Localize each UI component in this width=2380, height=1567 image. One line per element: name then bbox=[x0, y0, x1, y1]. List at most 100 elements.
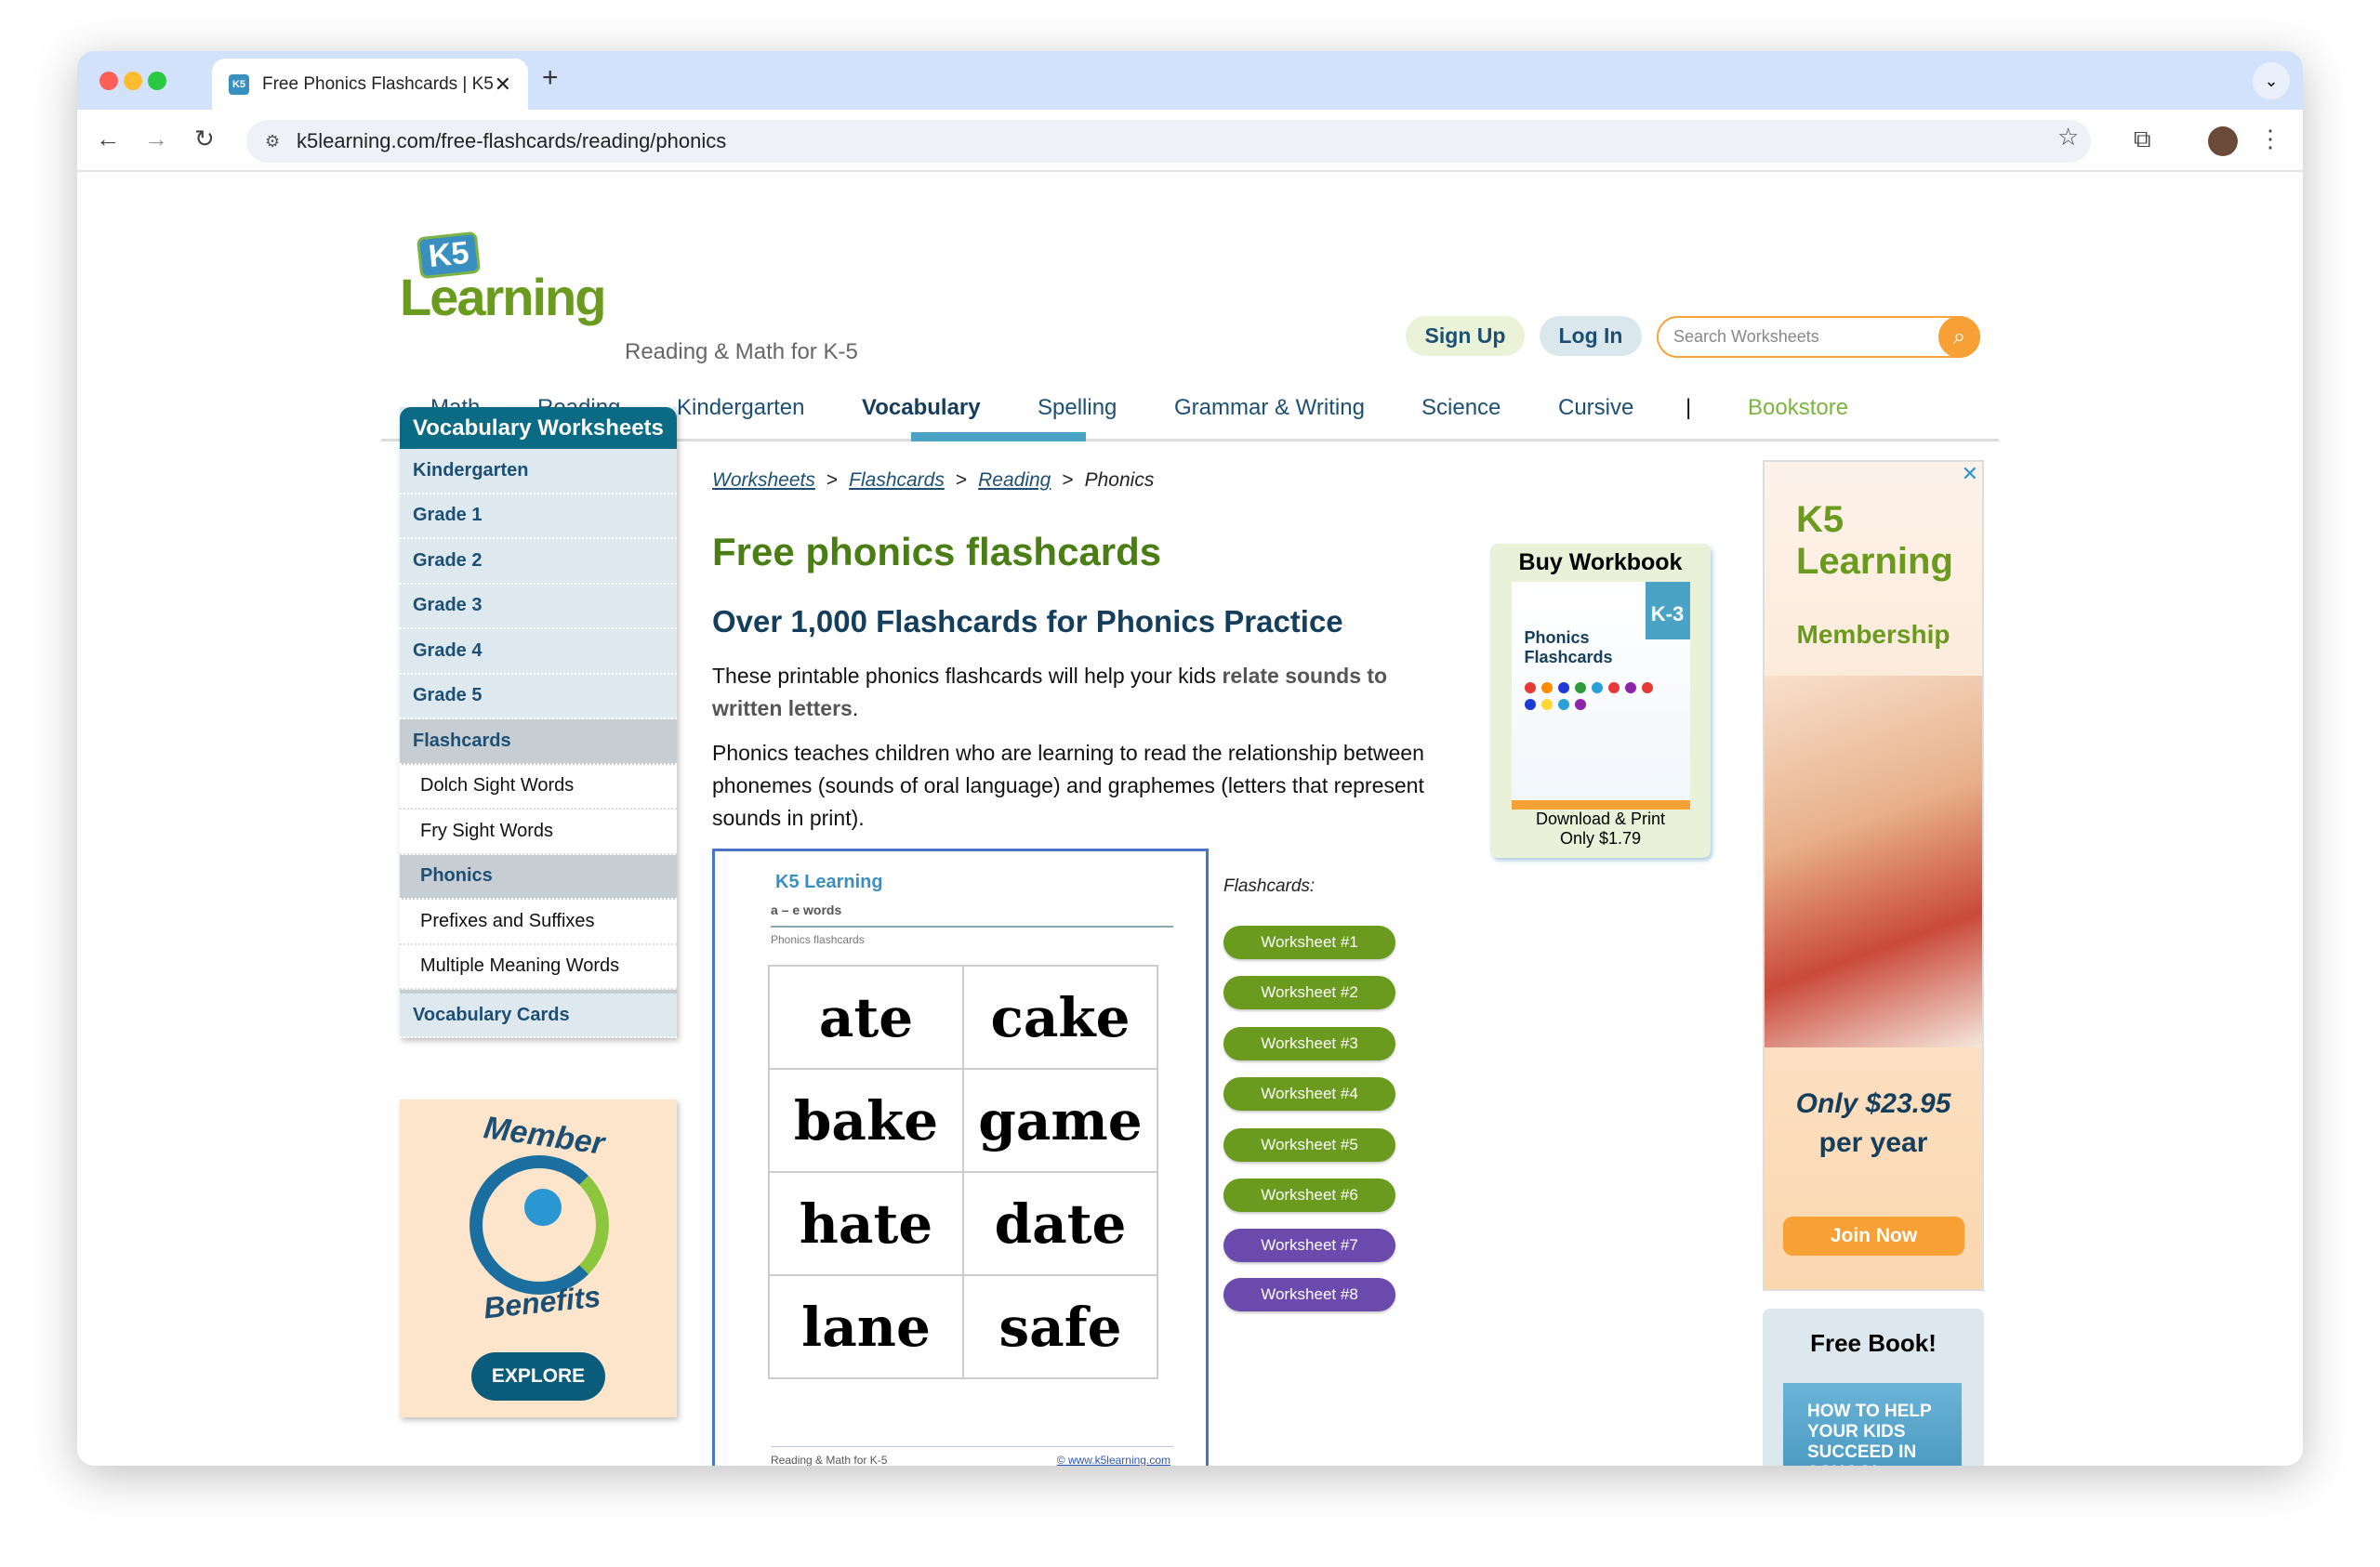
bookmark-star-icon[interactable]: ☆ bbox=[2057, 123, 2079, 151]
browser-window: K5 Free Phonics Flashcards | K5 ✕ + ⌄ ← … bbox=[77, 51, 2303, 1466]
profile-avatar[interactable] bbox=[2208, 126, 2238, 156]
search-icon[interactable]: ⌕ bbox=[1938, 316, 1980, 358]
tab-bar: K5 Free Phonics Flashcards | K5 ✕ + ⌄ bbox=[77, 51, 2303, 110]
sign-up-button[interactable]: Sign Up bbox=[1406, 316, 1525, 356]
log-in-button[interactable]: Log In bbox=[1540, 316, 1642, 356]
address-bar[interactable]: ⚙ k5learning.com/free-flashcards/reading… bbox=[246, 120, 2091, 163]
maximize-window-button[interactable] bbox=[148, 72, 166, 90]
member-benefits-banner[interactable]: Member Benefits EXPLORE bbox=[400, 1100, 677, 1417]
flashcard-grid: ate cake bake game hate date lane safe bbox=[768, 965, 1158, 1379]
forward-icon[interactable]: → bbox=[144, 125, 168, 153]
back-icon[interactable]: ← bbox=[96, 125, 120, 153]
sidebar-item-grade-4[interactable]: Grade 4 bbox=[400, 629, 677, 675]
page-subtitle: Over 1,000 Flashcards for Phonics Practi… bbox=[712, 604, 1343, 639]
member-logo-icon bbox=[469, 1155, 609, 1295]
free-book-cover: HOW TO HELP YOUR KIDS SUCCEED IN SCHOOL bbox=[1783, 1383, 1962, 1466]
sidebar-item-grade-5[interactable]: Grade 5 bbox=[400, 675, 677, 719]
worksheet-button-8[interactable]: Worksheet #8 bbox=[1223, 1278, 1395, 1311]
k5-favicon-icon: K5 bbox=[229, 73, 249, 95]
ad-heading: Membership bbox=[1796, 620, 1950, 649]
workbook-price: Only $1.79 bbox=[1559, 829, 1642, 848]
ad-period: per year bbox=[1818, 1127, 1928, 1158]
flashcard-word: bake bbox=[769, 1069, 963, 1172]
worksheet-button-1[interactable]: Worksheet #1 bbox=[1223, 926, 1395, 959]
sidebar-title[interactable]: Vocabulary Worksheets bbox=[400, 407, 677, 449]
menu-kebab-icon[interactable]: ⋮ bbox=[2258, 125, 2282, 153]
intro-paragraph: These printable phonics flashcards will … bbox=[712, 664, 1388, 720]
breadcrumb-reading[interactable]: Reading bbox=[978, 469, 1051, 491]
sheet-subtitle: Phonics flashcards bbox=[771, 933, 865, 946]
sidebar-item-flashcards[interactable]: Flashcards bbox=[400, 719, 677, 765]
worksheet-button-4[interactable]: Worksheet #4 bbox=[1223, 1077, 1395, 1111]
worksheet-button-3[interactable]: Worksheet #3 bbox=[1223, 1027, 1395, 1060]
tab-title: Free Phonics Flashcards | K5 bbox=[262, 73, 494, 94]
worksheet-button-2[interactable]: Worksheet #2 bbox=[1223, 976, 1395, 1009]
extensions-icon[interactable]: ⧉ bbox=[2134, 125, 2151, 154]
tagline: Reading & Math for K-5 bbox=[625, 339, 858, 364]
sidebar-item-multiple-meaning[interactable]: Multiple Meaning Words bbox=[400, 944, 677, 990]
breadcrumb-flashcards[interactable]: Flashcards bbox=[849, 469, 945, 491]
sheet-footer: Reading & Math for K-5 bbox=[771, 1454, 888, 1466]
flashcard-word: cake bbox=[963, 966, 1157, 1069]
page-title: Free phonics flashcards bbox=[712, 530, 1162, 573]
close-ad-icon[interactable]: ✕ bbox=[1962, 462, 1978, 486]
sheet-footer-link: © www.k5learning.com bbox=[1056, 1454, 1170, 1466]
tab-search-chevron-icon[interactable]: ⌄ bbox=[2253, 62, 2290, 99]
phonics-paragraph: Phonics teaches children who are learnin… bbox=[712, 741, 1424, 830]
nav-grammar-writing[interactable]: Grammar & Writing bbox=[1174, 395, 1365, 421]
url-text: k5learning.com/free-flashcards/reading/p… bbox=[297, 129, 727, 152]
active-nav-underline bbox=[911, 432, 1086, 441]
superhero-kid-image bbox=[1765, 676, 1982, 1047]
free-book-ad[interactable]: Free Book! HOW TO HELP YOUR KIDS SUCCEED… bbox=[1763, 1309, 1984, 1466]
workbook-cover-title: Phonics Flashcards bbox=[1524, 628, 1613, 666]
sheet-logo: K5 Learning bbox=[775, 872, 883, 892]
worksheet-button-7[interactable]: Worksheet #7 bbox=[1223, 1229, 1395, 1262]
free-book-title: Free Book! bbox=[1810, 1329, 1937, 1357]
sidebar-item-dolch[interactable]: Dolch Sight Words bbox=[400, 764, 677, 810]
ad-logo: K5 Learning bbox=[1796, 499, 1953, 582]
sidebar-item-grade-1[interactable]: Grade 1 bbox=[400, 494, 677, 539]
search-placeholder: Search Worksheets bbox=[1673, 327, 1819, 346]
search-input[interactable]: Search Worksheets ⌕ bbox=[1657, 316, 1980, 358]
breadcrumb-current: Phonics bbox=[1084, 469, 1155, 491]
join-now-button[interactable]: Join Now bbox=[1783, 1217, 1964, 1256]
sidebar-item-grade-3[interactable]: Grade 3 bbox=[400, 585, 677, 629]
nav-kindergarten[interactable]: Kindergarten bbox=[677, 395, 804, 421]
sidebar-item-kindergarten[interactable]: Kindergarten bbox=[400, 449, 677, 494]
explore-button[interactable]: EXPLORE bbox=[471, 1352, 605, 1401]
flashcard-word: ate bbox=[769, 966, 963, 1069]
nav-science[interactable]: Science bbox=[1421, 395, 1501, 421]
browser-tab[interactable]: K5 Free Phonics Flashcards | K5 ✕ bbox=[212, 59, 528, 110]
site-settings-icon[interactable]: ⚙ bbox=[265, 132, 297, 151]
buy-workbook-title: Buy Workbook bbox=[1518, 549, 1683, 575]
nav-cursive[interactable]: Cursive bbox=[1558, 395, 1633, 421]
ad-price: Only $23.95 bbox=[1795, 1088, 1951, 1119]
k5-logo[interactable]: K5 Learning bbox=[400, 230, 609, 326]
nav-vocabulary[interactable]: Vocabulary bbox=[862, 395, 981, 421]
breadcrumb-worksheets[interactable]: Worksheets bbox=[712, 469, 815, 491]
worksheet-button-6[interactable]: Worksheet #6 bbox=[1223, 1179, 1395, 1212]
minimize-window-button[interactable] bbox=[124, 72, 142, 90]
sidebar-item-vocabulary-cards[interactable]: Vocabulary Cards bbox=[400, 990, 677, 1038]
worksheet-button-5[interactable]: Worksheet #5 bbox=[1223, 1128, 1395, 1162]
sidebar-item-prefixes-suffixes[interactable]: Prefixes and Suffixes bbox=[400, 900, 677, 945]
nav-bookstore[interactable]: Bookstore bbox=[1748, 395, 1848, 421]
reload-icon[interactable]: ↻ bbox=[194, 125, 215, 153]
close-window-button[interactable] bbox=[99, 72, 118, 90]
sheet-title: a – e words bbox=[771, 902, 842, 917]
nav-divider: | bbox=[1686, 395, 1692, 420]
browser-toolbar: ← → ↻ ⚙ k5learning.com/free-flashcards/r… bbox=[77, 110, 2303, 172]
sidebar-item-grade-2[interactable]: Grade 2 bbox=[400, 539, 677, 585]
worksheet-preview[interactable]: K5 Learning a – e words Phonics flashcar… bbox=[712, 849, 1209, 1466]
membership-ad[interactable]: ✕ K5 Learning Membership Only $23.95 per … bbox=[1763, 460, 1984, 1291]
workbook-download-text: Download & Print bbox=[1535, 810, 1666, 828]
new-tab-icon[interactable]: + bbox=[542, 62, 559, 94]
sidebar-item-fry[interactable]: Fry Sight Words bbox=[400, 810, 677, 855]
sidebar: Vocabulary Worksheets Kindergarten Grade… bbox=[400, 407, 677, 1038]
nav-spelling[interactable]: Spelling bbox=[1038, 395, 1117, 421]
breadcrumb: Worksheets > Flashcards > Reading > Phonics bbox=[712, 469, 1155, 491]
close-tab-icon[interactable]: ✕ bbox=[495, 72, 511, 97]
page-content: K5 Learning Reading & Math for K-5 Sign U… bbox=[77, 172, 2303, 1466]
sidebar-item-phonics[interactable]: Phonics bbox=[400, 854, 677, 900]
buy-workbook-card[interactable]: Buy Workbook K-3 Phonics Flashcards Down… bbox=[1490, 544, 1711, 858]
